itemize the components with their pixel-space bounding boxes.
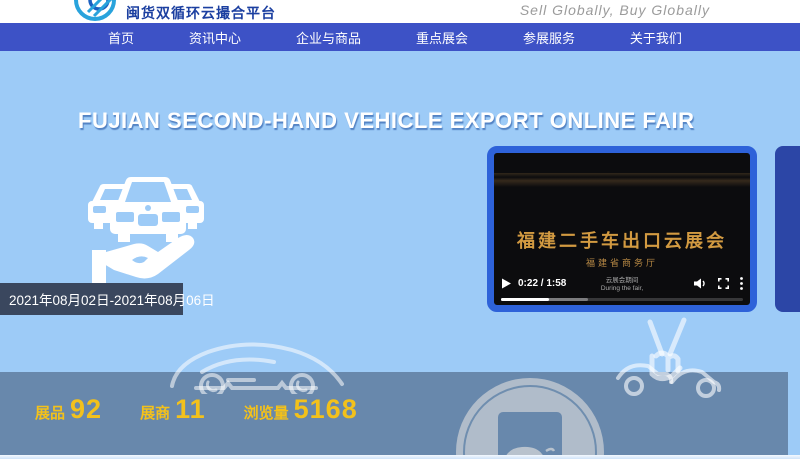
stat-exhibitors: 展商 11 [140, 394, 206, 425]
more-options-button[interactable] [740, 277, 743, 290]
video-overlay-title: 福建二手车出口云展会 [494, 227, 750, 253]
page: 闽货双循环云撮合平台 Sell Globally, Buy Globally 首… [0, 0, 800, 459]
video-player[interactable]: 福建二手车出口云展会 福建省商务厅 云展会期间 During the fair,… [487, 146, 757, 312]
cars-on-hand-icon [74, 168, 222, 290]
stat-exhibits-label: 展品 [35, 402, 65, 423]
stat-exhibits-value: 92 [70, 394, 102, 425]
nav-item-key-exhibitions[interactable]: 重点展会 [416, 28, 468, 47]
victory-hand-cars-icon [612, 316, 727, 400]
video-control-bar: 0:22 / 1:58 [494, 271, 750, 295]
header-slogan: Sell Globally, Buy Globally [520, 2, 710, 18]
nav-item-about-us[interactable]: 关于我们 [630, 28, 682, 47]
car-sketch-outline [168, 336, 346, 394]
carousel-next-slide-edge[interactable] [775, 146, 800, 312]
stat-exhibitors-value: 11 [175, 394, 206, 425]
nav-item-news[interactable]: 资讯中心 [189, 28, 241, 47]
video-time-display: 0:22 / 1:58 [518, 278, 566, 289]
stat-views-value: 5168 [294, 394, 358, 425]
volume-icon[interactable] [694, 278, 707, 289]
stat-exhibits: 展品 92 [35, 394, 102, 425]
play-button[interactable] [501, 278, 511, 289]
top-header: 闽货双循环云撮合平台 Sell Globally, Buy Globally [0, 0, 800, 23]
stat-views: 浏览量 5168 [244, 394, 358, 425]
stat-exhibitors-label: 展商 [140, 402, 170, 423]
hero-title: FUJIAN SECOND-HAND VEHICLE EXPORT ONLINE… [78, 108, 695, 134]
nav-item-exhibitor-services[interactable]: 参展服务 [523, 28, 575, 47]
video-progress-bar[interactable] [501, 298, 743, 302]
video-overlay-subtitle: 福建省商务厅 [494, 256, 750, 269]
stat-views-label: 浏览量 [244, 402, 289, 423]
next-section-edge [0, 455, 800, 459]
nav-item-companies-products[interactable]: 企业与商品 [296, 28, 361, 47]
platform-logo-icon[interactable] [72, 0, 118, 22]
fullscreen-button[interactable] [718, 278, 729, 289]
event-date-banner: 2021年08月02日-2021年08月06日 [0, 283, 183, 315]
event-date-range: 2021年08月02日-2021年08月06日 [9, 289, 215, 309]
nav-item-home[interactable]: 首页 [108, 28, 134, 47]
garage-door-icon [498, 412, 562, 459]
platform-logo-text[interactable]: 闽货双循环云撮合平台 [126, 3, 276, 23]
video-frame-still [494, 173, 750, 187]
video-progress-played [501, 298, 549, 302]
main-nav: 首页 资讯中心 企业与商品 重点展会 参展服务 关于我们 [0, 23, 800, 51]
stats-row: 展品 92 展商 11 浏览量 5168 [35, 394, 358, 425]
